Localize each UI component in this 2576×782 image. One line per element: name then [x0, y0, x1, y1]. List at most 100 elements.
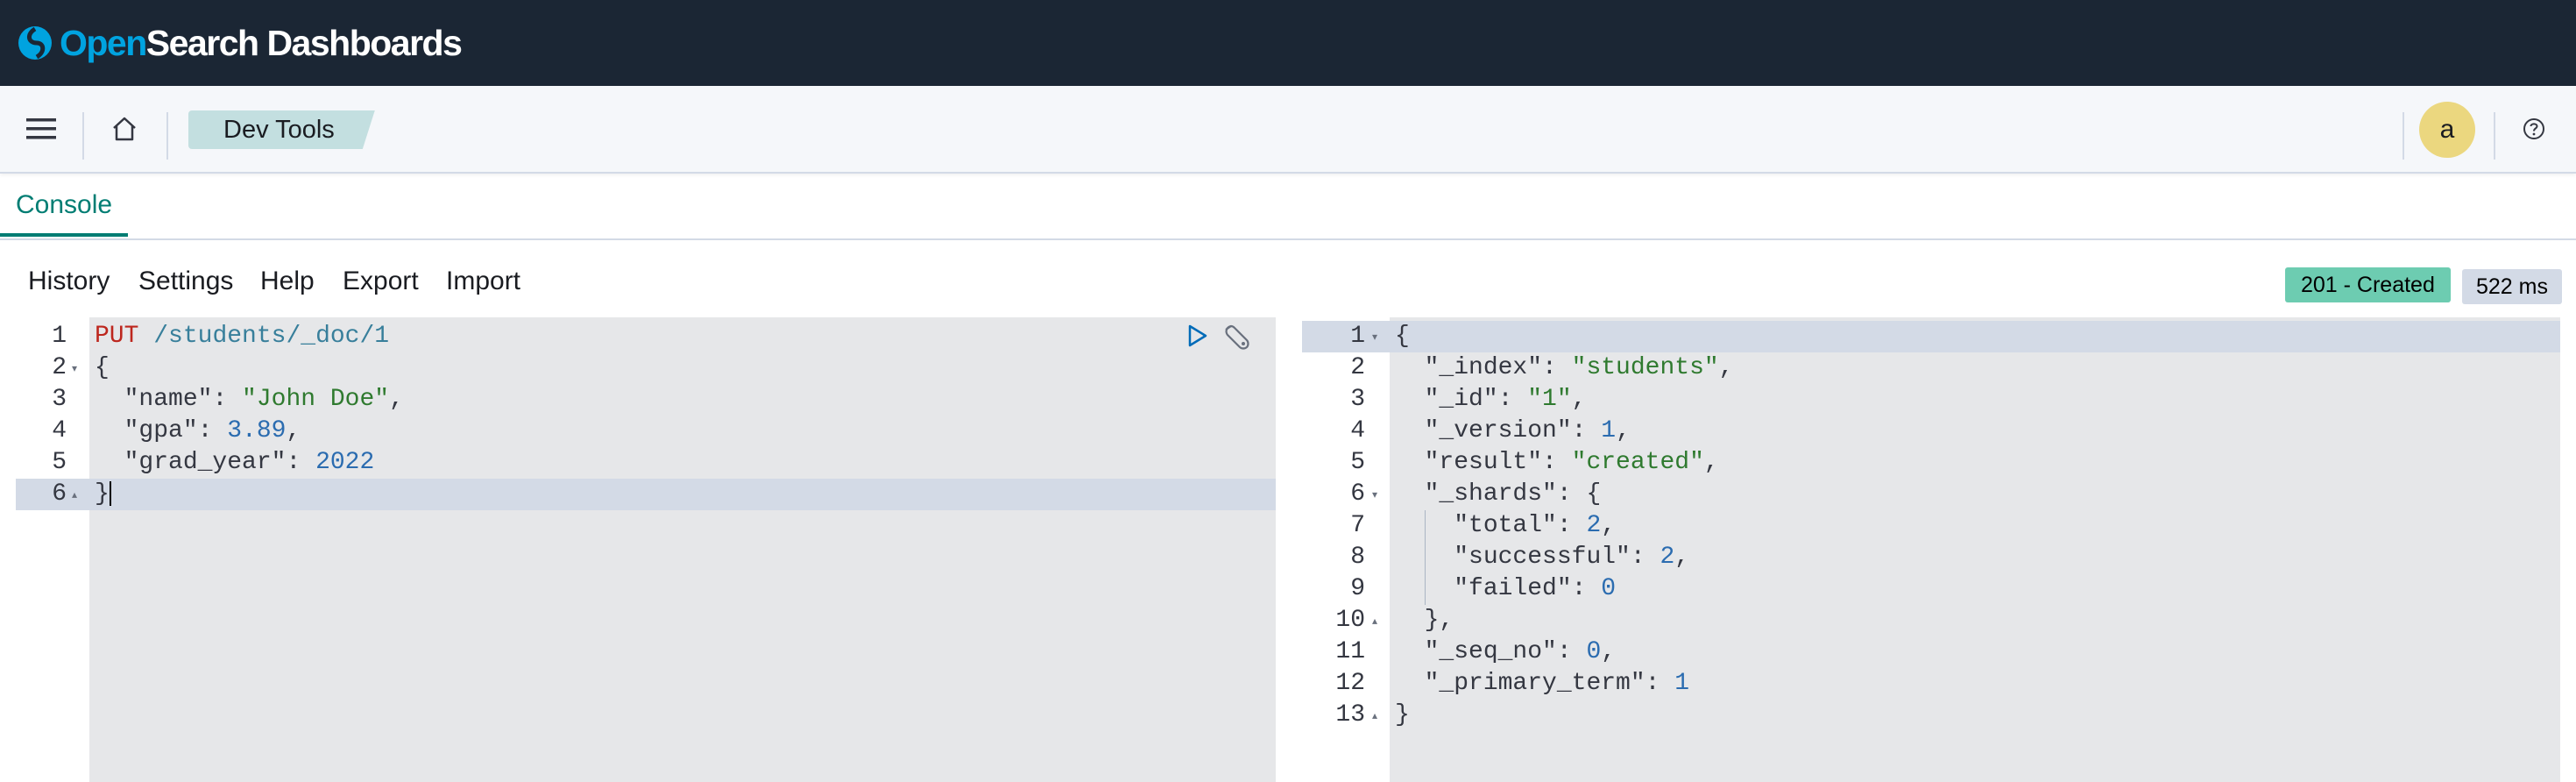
line-number: 2 [1350, 354, 1365, 381]
code-token: , [1571, 386, 1587, 413]
text-cursor [109, 480, 111, 506]
export-button[interactable]: Export [343, 267, 419, 296]
active-line-highlight [89, 479, 1276, 510]
nav-divider [2494, 112, 2495, 160]
code-line: }, [1395, 605, 1454, 636]
line-number: 7 [1350, 512, 1365, 539]
line-number: 11 [1335, 638, 1365, 665]
line-number: 5 [52, 449, 67, 476]
code-token: : [1497, 386, 1528, 413]
code-token: : { [1556, 480, 1602, 508]
top-header: OpenSearch Dashboards [0, 0, 2576, 86]
nav-divider [2403, 112, 2404, 160]
fold-close-icon[interactable]: ▴ [1372, 700, 1377, 731]
import-button[interactable]: Import [446, 267, 520, 296]
code-token: { [1395, 323, 1410, 350]
code-token: 2 [1660, 544, 1675, 571]
code-token: : [1542, 354, 1572, 381]
status-badge: 201 - Created [2285, 267, 2451, 302]
settings-button[interactable]: Settings [138, 267, 233, 296]
code-token: : [197, 417, 228, 444]
code-token: "gpa" [124, 417, 198, 444]
code-token: 0 [1601, 575, 1617, 602]
code-token: "created" [1571, 449, 1704, 476]
code-token: /students/_doc/1 [153, 323, 390, 350]
line-number: 10 [1335, 607, 1365, 634]
line-number: 3 [1350, 386, 1365, 413]
line-number: 4 [52, 417, 67, 444]
code-token: "failed" [1454, 575, 1572, 602]
code-line: "grad_year": 2022 [95, 447, 375, 479]
code-token: , [286, 417, 301, 444]
code-line: "successful": 2, [1395, 542, 1689, 573]
fold-open-icon[interactable]: ▾ [72, 352, 77, 384]
code-token: "_primary_term" [1424, 670, 1645, 697]
code-token: "_index" [1424, 354, 1543, 381]
code-token: "grad_year" [124, 449, 287, 476]
code-token: , [1601, 512, 1617, 539]
nav-bar: Dev Tools a [0, 86, 2576, 174]
code-token: "successful" [1454, 544, 1631, 571]
brand-name: OpenSearch Dashboards [60, 22, 463, 63]
code-line: "failed": 0 [1395, 573, 1616, 605]
nav-divider [166, 112, 168, 160]
line-number: 4 [1350, 417, 1365, 444]
wrench-icon[interactable] [1222, 323, 1252, 352]
code-line: "total": 2, [1395, 510, 1616, 542]
code-token: : [1556, 638, 1587, 665]
tab-console[interactable]: Console [0, 174, 129, 237]
response-code-area[interactable]: { "_index": "students", "_id": "1", "_ve… [1390, 317, 2560, 782]
code-line: PUT /students/_doc/1 [95, 321, 389, 352]
help-menu-button[interactable]: Help [260, 267, 315, 296]
code-token: , [1718, 354, 1734, 381]
response-editor[interactable]: 1 ▾ 2 3 4 5 6 ▾ 7 8 9 10 ▴ 11 12 13 ▴ { "_index": "stude… [1302, 317, 2560, 782]
code-token: { [95, 354, 110, 381]
code-token: : [1630, 544, 1660, 571]
code-token: "_seq_no" [1424, 638, 1557, 665]
code-token: }, [1395, 607, 1454, 634]
code-line: "name": "John Doe", [95, 384, 404, 416]
home-button[interactable] [82, 86, 166, 172]
code-token: "_version" [1424, 417, 1572, 444]
code-token: , [1703, 449, 1719, 476]
code-token: "result" [1424, 449, 1543, 476]
opensearch-logo-icon [18, 26, 52, 60]
code-token: "students" [1571, 354, 1719, 381]
code-token: : [1645, 670, 1675, 697]
fold-close-icon[interactable]: ▴ [72, 479, 77, 510]
code-token: : [1571, 417, 1602, 444]
code-token: } [1395, 701, 1410, 729]
menu-button[interactable] [0, 86, 82, 172]
tab-bar: Console [0, 174, 2576, 240]
code-token: "_id" [1424, 386, 1498, 413]
code-token: : [1571, 575, 1602, 602]
play-icon[interactable] [1185, 323, 1210, 349]
brand-logo[interactable]: OpenSearch Dashboards [16, 22, 463, 64]
help-icon [2523, 118, 2544, 139]
request-code-area[interactable]: PUT /students/_doc/1{ "name": "John Doe"… [89, 317, 1276, 782]
line-number: 1 [1350, 323, 1365, 350]
request-editor[interactable]: 1 2 ▾ 3 4 5 6 ▴ PUT /students/_doc/1{ "name": "… [16, 317, 1276, 782]
line-number: 6 [52, 480, 67, 508]
code-token: 0 [1586, 638, 1602, 665]
line-number: 5 [1350, 449, 1365, 476]
code-line: { [95, 352, 110, 384]
fold-close-icon[interactable]: ▴ [1372, 605, 1377, 636]
code-line: } [1395, 700, 1410, 731]
help-button[interactable] [2499, 86, 2569, 172]
user-avatar[interactable]: a [2419, 102, 2475, 158]
code-line: "result": "created", [1395, 447, 1719, 479]
history-button[interactable]: History [28, 267, 110, 296]
fold-open-icon[interactable]: ▾ [1372, 479, 1377, 510]
breadcrumb-dev-tools[interactable]: Dev Tools [188, 110, 375, 149]
fold-open-icon[interactable]: ▾ [1372, 321, 1377, 352]
line-number: 6 [1350, 480, 1365, 508]
request-actions [1185, 323, 1252, 352]
